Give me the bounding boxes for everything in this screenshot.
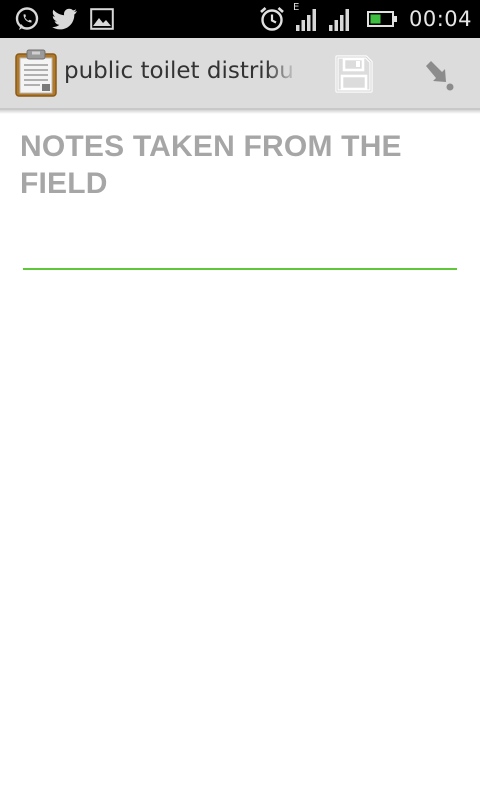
- notes-field-label: NOTES TAKEN FROM THE FIELD: [20, 130, 402, 200]
- system-icons: E 00:04: [259, 2, 472, 33]
- notification-icons: [14, 6, 114, 32]
- save-button[interactable]: [330, 50, 378, 98]
- title-fade: [266, 56, 298, 92]
- arrow-down-right-icon: [426, 61, 454, 91]
- signal-icon: [295, 9, 316, 31]
- import-button[interactable]: [414, 50, 462, 98]
- whatsapp-icon: [15, 7, 39, 30]
- image-icon: [90, 8, 114, 30]
- battery-icon: [366, 11, 397, 27]
- signal-icon: [328, 9, 349, 31]
- clipboard-icon[interactable]: [14, 48, 58, 98]
- twitter-icon: [52, 8, 77, 30]
- alarm-icon: [260, 7, 284, 31]
- status-clock: 00:04: [408, 7, 472, 31]
- action-bar-title: public toilet distribu: [64, 58, 294, 84]
- battery-level: [370, 14, 381, 24]
- notes-input[interactable]: [23, 222, 457, 270]
- action-bar: public toilet distribu: [0, 38, 480, 110]
- status-bar: E 00:04: [0, 0, 480, 38]
- floppy-disk-icon: [335, 55, 373, 93]
- action-bar-shadow: [0, 110, 480, 114]
- signal-strength-1: E: [293, 2, 319, 32]
